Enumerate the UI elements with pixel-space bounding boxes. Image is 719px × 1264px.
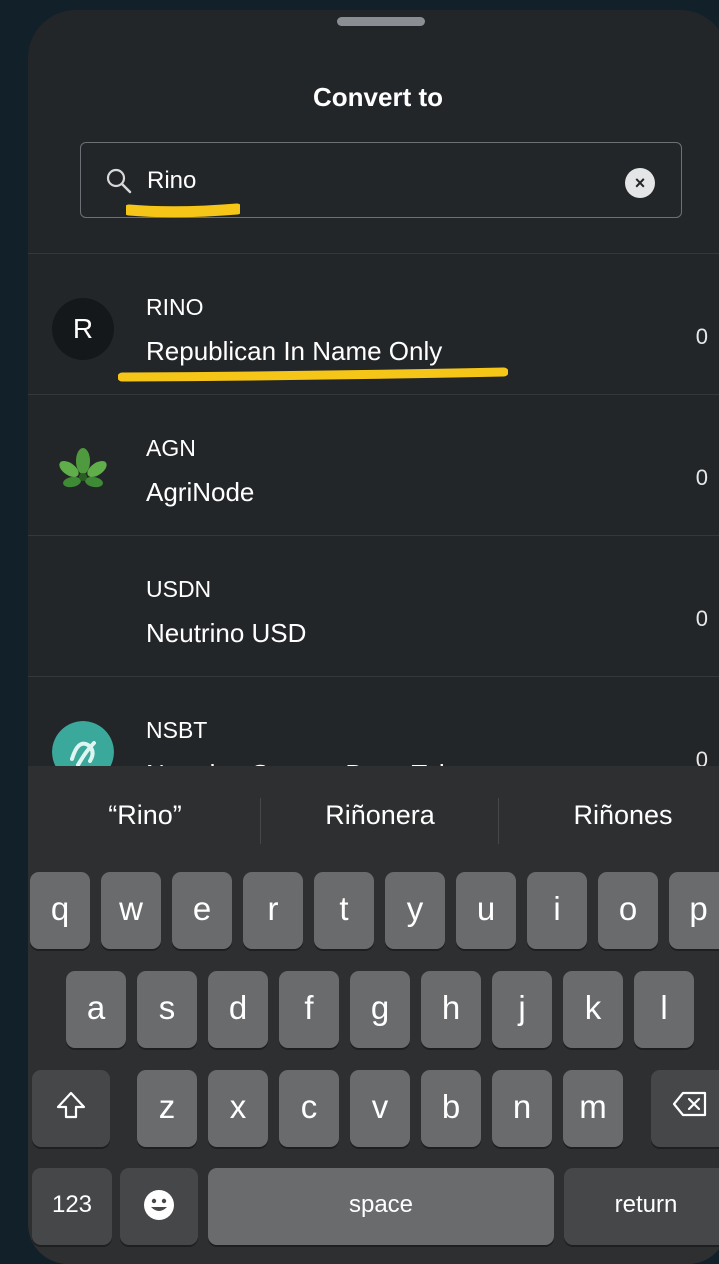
token-avatar-r: R [52, 298, 114, 360]
key-h[interactable]: h [421, 971, 481, 1048]
token-list: R RINO Republican In Name Only 0 AGN Agr… [28, 254, 719, 774]
token-symbol: RINO [146, 294, 204, 320]
key-c[interactable]: c [279, 1070, 339, 1147]
suggestion-2[interactable]: Riñonera [290, 800, 470, 831]
token-symbol: USDN [146, 576, 212, 602]
highlight-underline-search [126, 203, 240, 218]
key-b[interactable]: b [421, 1070, 481, 1147]
token-row-rino[interactable]: R RINO Republican In Name Only 0 [28, 254, 719, 395]
key-k[interactable]: k [563, 971, 623, 1048]
token-balance: 0 [695, 606, 708, 631]
key-o[interactable]: o [598, 872, 658, 949]
token-symbol: AGN [146, 435, 196, 461]
emoji-icon [144, 1190, 174, 1220]
key-t[interactable]: t [314, 872, 374, 949]
backspace-key[interactable] [651, 1070, 719, 1147]
convert-sheet: Convert to × R RINO Republican In Name O… [28, 10, 719, 1264]
key-x[interactable]: x [208, 1070, 268, 1147]
token-name: Republican In Name Only [146, 336, 443, 366]
search-input[interactable] [147, 163, 607, 199]
token-name: AgriNode [146, 477, 255, 507]
key-p[interactable]: p [669, 872, 719, 949]
token-name: Neutrino USD [146, 618, 307, 648]
key-d[interactable]: d [208, 971, 268, 1048]
suggestion-3[interactable]: Riñones [528, 800, 718, 831]
token-symbol: NSBT [146, 717, 208, 743]
key-n[interactable]: n [492, 1070, 552, 1147]
space-key[interactable]: space [208, 1168, 554, 1245]
token-balance: 0 [695, 465, 708, 490]
sheet-title: Convert to [313, 82, 443, 112]
search-icon [106, 168, 132, 194]
key-u[interactable]: u [456, 872, 516, 949]
emoji-key[interactable] [120, 1168, 198, 1245]
key-e[interactable]: e [172, 872, 232, 949]
token-row-agn[interactable]: AGN AgriNode 0 [28, 395, 719, 536]
backspace-icon [672, 1091, 706, 1117]
key-l[interactable]: l [634, 971, 694, 1048]
key-j[interactable]: j [492, 971, 552, 1048]
keyboard: “Rino” Riñonera Riñones q w e r t y u i … [28, 766, 719, 1264]
shift-key[interactable] [32, 1070, 110, 1147]
key-q[interactable]: q [30, 872, 90, 949]
suggestion-bar: “Rino” Riñonera Riñones [28, 766, 719, 866]
leaf-cluster-icon [59, 448, 107, 488]
key-i[interactable]: i [527, 872, 587, 949]
token-row-nsbt[interactable]: NSBT Neutrino System Base Token 0 [28, 677, 719, 774]
key-y[interactable]: y [385, 872, 445, 949]
clear-search-button[interactable]: × [625, 168, 655, 198]
suggestion-1[interactable]: “Rino” [58, 800, 232, 831]
key-w[interactable]: w [101, 872, 161, 949]
return-key[interactable]: return [564, 1168, 719, 1245]
key-a[interactable]: a [66, 971, 126, 1048]
key-z[interactable]: z [137, 1070, 197, 1147]
numbers-key[interactable]: 123 [32, 1168, 112, 1245]
suggestion-divider [498, 798, 499, 844]
highlight-underline-token [118, 367, 508, 382]
key-r[interactable]: r [243, 872, 303, 949]
key-m[interactable]: m [563, 1070, 623, 1147]
token-balance: 0 [695, 324, 708, 349]
key-v[interactable]: v [350, 1070, 410, 1147]
suggestion-divider [260, 798, 261, 844]
key-g[interactable]: g [350, 971, 410, 1048]
key-f[interactable]: f [279, 971, 339, 1048]
key-s[interactable]: s [137, 971, 197, 1048]
token-row-usdn[interactable]: USDN Neutrino USD 0 [28, 536, 719, 677]
sheet-grabber[interactable] [337, 17, 425, 26]
shift-icon [56, 1091, 86, 1119]
